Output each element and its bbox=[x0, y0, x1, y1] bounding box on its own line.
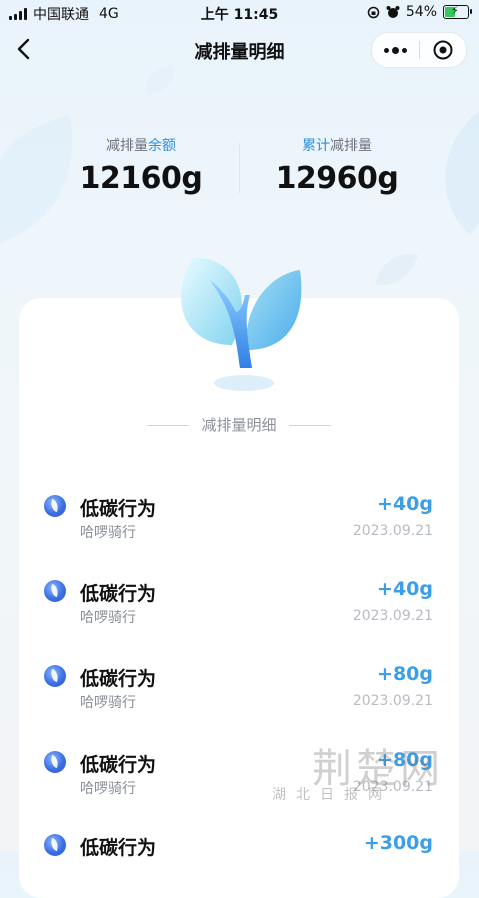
target-close-icon bbox=[433, 40, 453, 60]
balance-stat: 减排量余额 12160g bbox=[41, 135, 241, 196]
stats-panel: 减排量余额 12160g 累计减排量 12960g bbox=[0, 135, 479, 205]
record-row[interactable]: 低碳行为 +300g bbox=[19, 832, 459, 894]
record-row[interactable]: 低碳行为 哈啰骑行 +80g 2023.09.21 bbox=[19, 663, 459, 725]
status-right: 54% ⚡ bbox=[367, 4, 472, 20]
leaf-illustration bbox=[181, 257, 302, 391]
nav-bar: 减排量明细 bbox=[0, 26, 479, 72]
record-title: 低碳行为 bbox=[80, 754, 157, 776]
battery-percent: 54% bbox=[405, 4, 437, 20]
record-row[interactable]: 低碳行为 哈啰骑行 +40g 2023.09.21 bbox=[19, 578, 459, 640]
leaf-badge-icon bbox=[44, 751, 66, 773]
record-amount: +80g bbox=[377, 749, 433, 771]
section-line-left bbox=[147, 425, 190, 426]
alarm-icon bbox=[386, 6, 400, 18]
record-row[interactable]: 低碳行为 哈啰骑行 +80g 2023.09.21 bbox=[19, 749, 459, 811]
leaf-badge-icon bbox=[44, 665, 66, 687]
record-date: 2023.09.21 bbox=[352, 779, 433, 795]
record-source: 哈啰骑行 bbox=[80, 781, 136, 797]
record-amount: +40g bbox=[377, 578, 433, 600]
record-title: 低碳行为 bbox=[80, 837, 157, 859]
total-value: 12960g bbox=[275, 161, 399, 196]
total-label: 累计减排量 bbox=[302, 138, 372, 154]
more-dots-icon bbox=[383, 46, 407, 54]
record-date: 2023.09.21 bbox=[352, 608, 433, 624]
mini-program-capsule bbox=[371, 32, 467, 68]
record-source: 哈啰骑行 bbox=[80, 695, 136, 711]
record-amount: +80g bbox=[377, 663, 433, 685]
screen-lock-icon bbox=[367, 6, 380, 18]
background-leaf-small bbox=[375, 254, 418, 286]
section-line-right bbox=[288, 425, 331, 426]
leaf-badge-icon bbox=[44, 495, 66, 517]
record-row[interactable]: 低碳行为 哈啰骑行 +40g 2023.09.21 bbox=[19, 493, 459, 555]
record-date: 2023.09.21 bbox=[352, 693, 433, 709]
record-title: 低碳行为 bbox=[80, 668, 157, 690]
record-title: 低碳行为 bbox=[80, 583, 157, 605]
record-date: 2023.09.21 bbox=[352, 523, 433, 539]
record-title: 低碳行为 bbox=[80, 498, 157, 520]
record-amount: +40g bbox=[377, 493, 433, 515]
record-source: 哈啰骑行 bbox=[80, 525, 136, 541]
close-mini-program-button[interactable] bbox=[420, 33, 467, 67]
balance-label: 减排量余额 bbox=[106, 138, 176, 154]
leaf-badge-icon bbox=[44, 580, 66, 602]
battery-icon: ⚡ bbox=[443, 4, 472, 19]
status-bar: 中国联通 4G 上午 11:45 54% ⚡ bbox=[0, 0, 479, 26]
total-stat: 累计减排量 12960g bbox=[237, 135, 437, 196]
section-title: 减排量明细 bbox=[19, 414, 459, 435]
balance-value: 12160g bbox=[79, 161, 203, 196]
leaf-badge-icon bbox=[44, 834, 66, 856]
record-source: 哈啰骑行 bbox=[80, 610, 136, 626]
more-menu-button[interactable] bbox=[372, 33, 419, 67]
